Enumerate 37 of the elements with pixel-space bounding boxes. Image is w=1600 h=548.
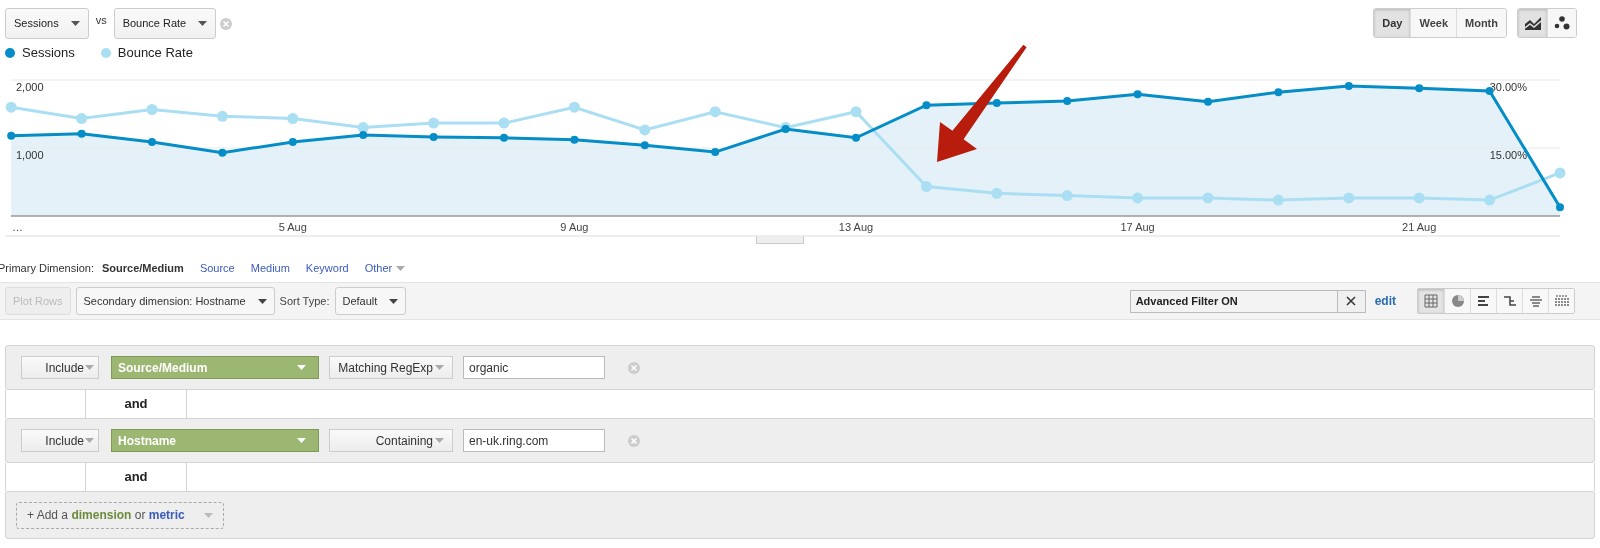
secondary-dimension-dropdown[interactable]: Secondary dimension: Hostname — [75, 287, 275, 315]
sort-type-dropdown[interactable]: Default — [334, 287, 407, 315]
other-menu[interactable]: Other — [364, 259, 406, 277]
dimension-link[interactable]: Source — [199, 259, 235, 277]
legend-label: Sessions — [22, 44, 75, 63]
dimension-link[interactable]: Source/Medium — [101, 259, 184, 277]
value-field[interactable]: en-uk.ring.com — [463, 429, 605, 452]
edit-link[interactable]: edit — [1374, 292, 1396, 310]
and-label: and — [123, 395, 149, 414]
y-axis-label: 30.00% — [1489, 81, 1527, 93]
metric-dropdown[interactable]: Bounce Rate — [113, 8, 217, 39]
x-axis-label: 5 Aug — [278, 221, 307, 233]
add-dimension-button[interactable]: + Add a dimension or metric — [16, 501, 224, 529]
y-axis-label: 1,000 — [16, 149, 44, 161]
match-type-dropdown[interactable]: Matching RegExp — [329, 356, 453, 379]
x-axis-label: 13 Aug — [838, 221, 874, 233]
y-axis-label: 15.00% — [1489, 149, 1527, 161]
match-type-dropdown[interactable]: Containing — [329, 429, 453, 452]
dimension-link[interactable]: Keyword — [305, 259, 349, 277]
period-tab[interactable]: Month — [1456, 9, 1506, 37]
x-axis-label: 17 Aug — [1120, 221, 1155, 233]
sort-type-label: Sort Type: — [279, 293, 330, 309]
y-axis-label: 2,000 — [16, 81, 44, 93]
legend-label: Bounce Rate — [117, 44, 193, 63]
include-dropdown[interactable]: Include — [21, 356, 99, 379]
metric-dropdown[interactable]: Sessions — [5, 8, 89, 39]
vs-label: vs — [95, 13, 107, 29]
period-tab[interactable]: Day — [1374, 9, 1411, 37]
dimension-link[interactable]: Medium — [250, 259, 290, 277]
x-axis-label: 9 Aug — [560, 221, 589, 233]
x-axis-label: 21 Aug — [1402, 221, 1437, 233]
x-axis-label: … — [12, 221, 23, 233]
include-dropdown[interactable]: Include — [21, 429, 99, 452]
period-tab[interactable]: Week — [1410, 9, 1456, 37]
filter-field[interactable]: Advanced Filter ON — [1129, 289, 1338, 313]
value-field[interactable]: organic — [463, 356, 605, 379]
and-label: and — [123, 468, 149, 487]
